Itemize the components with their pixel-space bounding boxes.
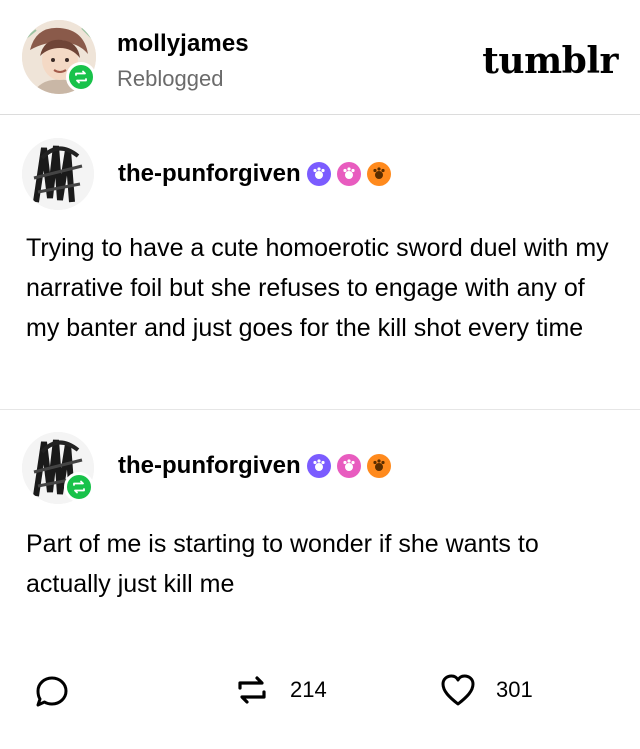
purple-badge-icon[interactable] [306, 162, 331, 186]
reblog-card: mollyjames Reblogged tumblr the-punforgi… [0, 0, 640, 749]
post-body: Trying to have a cute homoerotic sword d… [26, 234, 609, 342]
reblog-post: the-punforgiven Part of me is starting t… [0, 410, 640, 640]
reblog-icon [75, 70, 87, 84]
purple-badge-icon[interactable] [306, 454, 331, 478]
reblog-badge [64, 472, 94, 502]
reblog-status: Reblogged [117, 66, 224, 91]
reply-button[interactable] [34, 674, 70, 710]
tumblr-logo: tumblr [482, 40, 618, 82]
author-name[interactable]: the-punforgiven [118, 452, 301, 480]
author-row: the-punforgiven [118, 160, 391, 188]
pink-badge-icon[interactable] [336, 454, 361, 478]
author-row: the-punforgiven [118, 452, 391, 480]
pink-badge-icon[interactable] [336, 162, 361, 186]
reblog-icon [238, 676, 266, 704]
reblog-count: 214 [290, 677, 327, 702]
like-button[interactable]: 301 [438, 670, 533, 710]
orange-badge-icon[interactable] [366, 454, 391, 478]
reblog-button[interactable]: 214 [232, 670, 327, 710]
reply-icon [36, 676, 68, 707]
heart-icon [441, 674, 475, 706]
sketch-avatar-icon [22, 138, 94, 210]
reblogger-username[interactable]: mollyjames [117, 30, 249, 58]
author-name[interactable]: the-punforgiven [118, 160, 301, 188]
original-post: the-punforgiven Trying to have a cute ho… [0, 116, 640, 410]
reblog-icon [73, 480, 85, 494]
reblog-header: mollyjames Reblogged tumblr [0, 0, 640, 115]
post-body: Part of me is starting to wonder if she … [26, 530, 539, 598]
reblog-badge [66, 62, 96, 92]
like-count: 301 [496, 677, 533, 702]
post-footer: 214 301 [0, 640, 640, 749]
author-avatar[interactable] [22, 138, 94, 210]
orange-badge-icon[interactable] [366, 162, 391, 186]
